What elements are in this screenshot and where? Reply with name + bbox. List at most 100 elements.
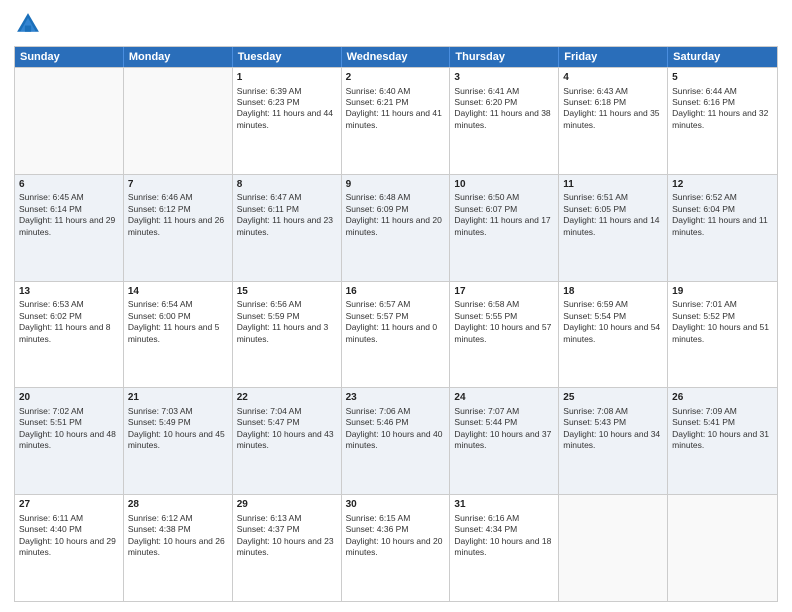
day-cell-4: 4Sunrise: 6:43 AMSunset: 6:18 PMDaylight… [559,68,668,174]
daylight-text: Daylight: 11 hours and 20 minutes. [346,215,442,236]
day-number: 14 [128,285,228,299]
day-number: 9 [346,178,446,192]
day-number: 28 [128,498,228,512]
sunset-text: Sunset: 4:38 PM [128,524,191,534]
day-cell-16: 16Sunrise: 6:57 AMSunset: 5:57 PMDayligh… [342,282,451,388]
sunrise-text: Sunrise: 6:48 AM [346,192,411,202]
sunrise-text: Sunrise: 6:59 AM [563,299,628,309]
sunrise-text: Sunrise: 6:53 AM [19,299,84,309]
day-number: 21 [128,391,228,405]
day-number: 6 [19,178,119,192]
empty-cell [15,68,124,174]
day-cell-29: 29Sunrise: 6:13 AMSunset: 4:37 PMDayligh… [233,495,342,601]
daylight-text: Daylight: 11 hours and 35 minutes. [563,108,659,129]
day-cell-17: 17Sunrise: 6:58 AMSunset: 5:55 PMDayligh… [450,282,559,388]
day-cell-25: 25Sunrise: 7:08 AMSunset: 5:43 PMDayligh… [559,388,668,494]
weekday-header-wednesday: Wednesday [342,47,451,67]
daylight-text: Daylight: 10 hours and 20 minutes. [346,536,443,557]
day-cell-11: 11Sunrise: 6:51 AMSunset: 6:05 PMDayligh… [559,175,668,281]
day-number: 16 [346,285,446,299]
sunrise-text: Sunrise: 6:50 AM [454,192,519,202]
daylight-text: Daylight: 11 hours and 5 minutes. [128,322,220,343]
day-cell-19: 19Sunrise: 7:01 AM Sunset: 5:52 PMDayligh… [668,282,777,388]
sunset-text: Sunset: 5:54 PM [563,311,626,321]
sunrise-text: Sunrise: 6:43 AM [563,86,628,96]
sunset-text: Sunset: 6:23 PM [237,97,300,107]
sunset-text: Sunset: 6:18 PM [563,97,626,107]
weekday-header-saturday: Saturday [668,47,777,67]
sunset-text: Sunset: 5:59 PM [237,311,300,321]
logo-icon [14,10,42,38]
day-cell-10: 10Sunrise: 6:50 AMSunset: 6:07 PMDayligh… [450,175,559,281]
day-cell-27: 27Sunrise: 6:11 AMSunset: 4:40 PMDayligh… [15,495,124,601]
sunset-text: Sunset: 4:40 PM [19,524,82,534]
day-cell-18: 18Sunrise: 6:59 AMSunset: 5:54 PMDayligh… [559,282,668,388]
daylight-text: Daylight: 11 hours and 41 minutes. [346,108,442,129]
sunset-text: Sunset: 5:57 PM [346,311,409,321]
daylight-text: Daylight: 11 hours and 14 minutes. [563,215,659,236]
day-cell-23: 23Sunrise: 7:06 AMSunset: 5:46 PMDayligh… [342,388,451,494]
sunrise-text: Sunrise: 6:13 AM [237,513,302,523]
day-cell-21: 21Sunrise: 7:03 AMSunset: 5:49 PM Dayligh… [124,388,233,494]
day-cell-8: 8Sunrise: 6:47 AMSunset: 6:11 PMDaylight… [233,175,342,281]
sunrise-text: Sunrise: 7:03 AM [128,406,193,416]
sunset-text: Sunset: 4:36 PM [346,524,409,534]
day-cell-13: 13Sunrise: 6:53 AMSunset: 6:02 PMDayligh… [15,282,124,388]
sunset-text: Sunset: 6:07 PM [454,204,517,214]
daylight-text: Daylight: 10 hours and 43 minutes. [237,429,334,450]
daylight-text: Daylight: 11 hours and 29 minutes. [19,215,115,236]
day-number: 3 [454,71,554,85]
empty-cell [668,495,777,601]
daylight-text: Daylight: 11 hours and 44 minutes. [237,108,333,129]
day-number: 17 [454,285,554,299]
sunset-text: Sunset: 5:46 PM [346,417,409,427]
sunset-text: Sunset: 5:43 PM [563,417,626,427]
day-cell-31: 31Sunrise: 6:16 AMSunset: 4:34 PMDayligh… [450,495,559,601]
sunrise-text: Sunrise: 7:07 AM [454,406,519,416]
weekday-header-monday: Monday [124,47,233,67]
sunset-text: Sunset: 6:14 PM [19,204,82,214]
day-cell-26: 26Sunrise: 7:09 AMSunset: 5:41 PMDayligh… [668,388,777,494]
sunrise-text: Sunrise: 7:09 AM [672,406,737,416]
sunrise-text: Sunrise: 7:01 AM [672,299,737,309]
day-number: 22 [237,391,337,405]
sunset-text: Sunset: 6:04 PM [672,204,735,214]
empty-cell [124,68,233,174]
day-number: 29 [237,498,337,512]
day-number: 1 [237,71,337,85]
weekday-header-thursday: Thursday [450,47,559,67]
day-number: 5 [672,71,773,85]
sunset-text: Sunset: 6:11 PM [237,204,299,214]
daylight-text: Daylight: 10 hours and 48 minutes. [19,429,116,450]
daylight-text: Daylight: 11 hours and 23 minutes. [237,215,333,236]
day-number: 12 [672,178,773,192]
sunrise-text: Sunrise: 6:41 AM [454,86,519,96]
daylight-text: Daylight: 10 hours and 54 minutes. [563,322,660,343]
sunset-text: Sunset: 5:49 PM [128,417,191,427]
daylight-text: Daylight: 10 hours and 29 minutes. [19,536,116,557]
sunrise-text: Sunrise: 6:39 AM [237,86,302,96]
daylight-text: Daylight: 11 hours and 8 minutes. [19,322,111,343]
daylight-text: Daylight: 11 hours and 17 minutes. [454,215,550,236]
daylight-text: Daylight: 10 hours and 45 minutes. [128,429,225,450]
daylight-text: Daylight: 10 hours and 57 minutes. [454,322,551,343]
daylight-text: Daylight: 10 hours and 51 minutes. [672,322,769,343]
day-number: 25 [563,391,663,405]
calendar-row: 13Sunrise: 6:53 AMSunset: 6:02 PMDayligh… [15,281,777,388]
sunset-text: Sunset: 5:52 PM [672,311,735,321]
daylight-text: Daylight: 10 hours and 23 minutes. [237,536,334,557]
day-number: 19 [672,285,773,299]
day-cell-14: 14Sunrise: 6:54 AMSunset: 6:00 PMDayligh… [124,282,233,388]
sunrise-text: Sunrise: 6:51 AM [563,192,628,202]
sunrise-text: Sunrise: 6:46 AM [128,192,193,202]
calendar: SundayMondayTuesdayWednesdayThursdayFrid… [14,46,778,602]
day-number: 20 [19,391,119,405]
sunrise-text: Sunrise: 6:57 AM [346,299,411,309]
sunset-text: Sunset: 6:05 PM [563,204,626,214]
day-number: 15 [237,285,337,299]
day-cell-6: 6Sunrise: 6:45 AMSunset: 6:14 PMDaylight… [15,175,124,281]
daylight-text: Daylight: 10 hours and 40 minutes. [346,429,443,450]
calendar-row: 27Sunrise: 6:11 AMSunset: 4:40 PMDayligh… [15,494,777,601]
day-number: 2 [346,71,446,85]
daylight-text: Daylight: 11 hours and 3 minutes. [237,322,329,343]
